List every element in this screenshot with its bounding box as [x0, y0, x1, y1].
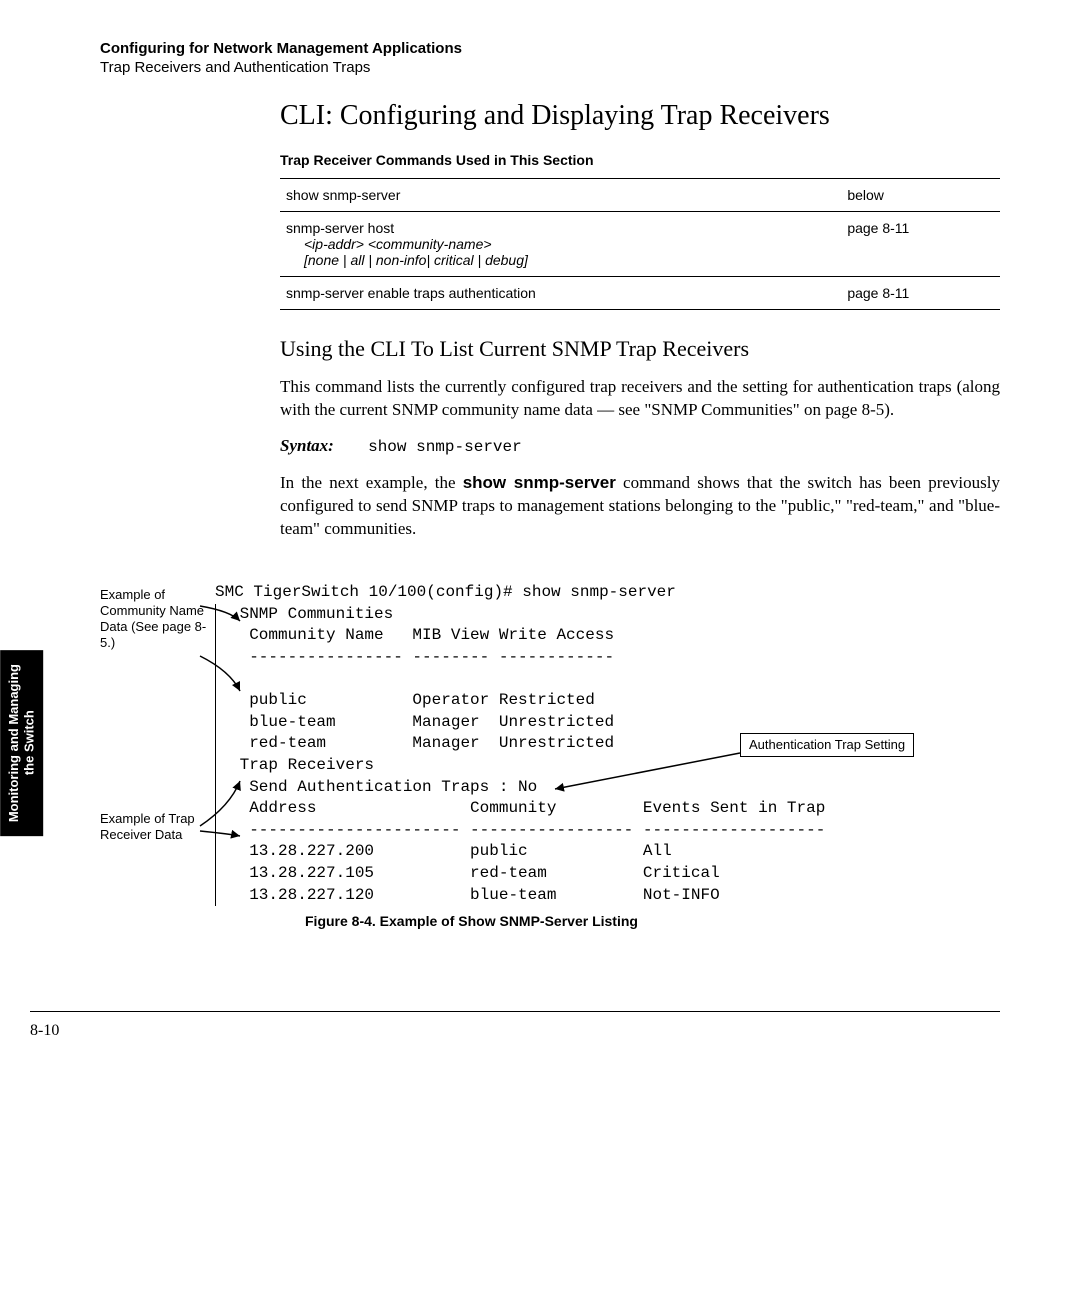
table-row: show snmp-server below	[280, 179, 1000, 212]
subsection-title: Using the CLI To List Current SNMP Trap …	[280, 336, 1000, 362]
ref-cell: below	[841, 179, 1000, 212]
cli-line: red-team Manager Unrestricted	[230, 734, 614, 752]
cli-line: Send Authentication Traps : No	[230, 778, 537, 796]
syntax-line: Syntax: show snmp-server	[280, 436, 1000, 456]
cli-line: ---------------- -------- ------------	[230, 648, 614, 666]
cli-line: 13.28.227.105 red-team Critical	[230, 864, 720, 882]
ref-cell: page 8-11	[841, 277, 1000, 310]
text-run: In the next example, the	[280, 473, 463, 492]
cli-line: Address Community Events Sent in Trap	[230, 799, 825, 817]
cmd-text: snmp-server host	[286, 220, 394, 236]
page-footer: 8-10	[30, 1011, 1000, 1040]
cli-line: blue-team Manager Unrestricted	[230, 713, 614, 731]
cli-line: Community Name MIB View Write Access	[230, 626, 614, 644]
cli-line: SNMP Communities	[230, 605, 393, 623]
running-head-chapter: Configuring for Network Management Appli…	[100, 40, 1000, 57]
annotation-trap: Example of Trap Receiver Data	[100, 811, 210, 844]
cmd-cell: snmp-server host <ip-addr> <community-na…	[280, 212, 841, 277]
cli-output: SMC TigerSwitch 10/100(config)# show snm…	[215, 561, 1000, 907]
side-tab: Monitoring and Managingthe Switch	[0, 650, 43, 836]
syntax-command: show snmp-server	[368, 438, 522, 456]
cmd-cell: snmp-server enable traps authentication	[280, 277, 841, 310]
annotation-community: Example of Community Name Data (See page…	[100, 587, 210, 652]
cli-prompt-line: SMC TigerSwitch 10/100(config)# show snm…	[215, 583, 676, 601]
commands-table: show snmp-server below snmp-server host …	[280, 178, 1000, 310]
paragraph: In the next example, the show snmp-serve…	[280, 472, 1000, 541]
cli-line: public Operator Restricted	[230, 691, 595, 709]
section-title: CLI: Configuring and Displaying Trap Rec…	[280, 100, 1000, 132]
figure-8-4: Example of Community Name Data (See page…	[100, 561, 1000, 931]
paragraph: This command lists the currently configu…	[280, 376, 1000, 422]
table-row: snmp-server host <ip-addr> <community-na…	[280, 212, 1000, 277]
cli-line: 13.28.227.120 blue-team Not-INFO	[230, 886, 720, 904]
cli-line: 13.28.227.200 public All	[230, 842, 672, 860]
figure-caption: Figure 8-4. Example of Show SNMP-Server …	[305, 912, 1000, 931]
cli-line: Trap Receivers	[230, 756, 374, 774]
cmd-sub-italic: <ip-addr> <community-name>	[286, 236, 835, 252]
cli-line: ---------------------- -----------------…	[230, 821, 825, 839]
bold-command: show snmp-server	[463, 473, 616, 492]
cmd-cell: show snmp-server	[280, 179, 841, 212]
running-head-sub: Trap Receivers and Authentication Traps	[100, 59, 1000, 76]
cmd-sub-plain: [none | all | non-info| critical | debug…	[286, 252, 835, 268]
page-number: 8-10	[30, 1022, 59, 1039]
table-row: snmp-server enable traps authentication …	[280, 277, 1000, 310]
ref-cell: page 8-11	[841, 212, 1000, 277]
syntax-label: Syntax:	[280, 436, 334, 455]
table-caption: Trap Receiver Commands Used in This Sect…	[280, 152, 1000, 168]
